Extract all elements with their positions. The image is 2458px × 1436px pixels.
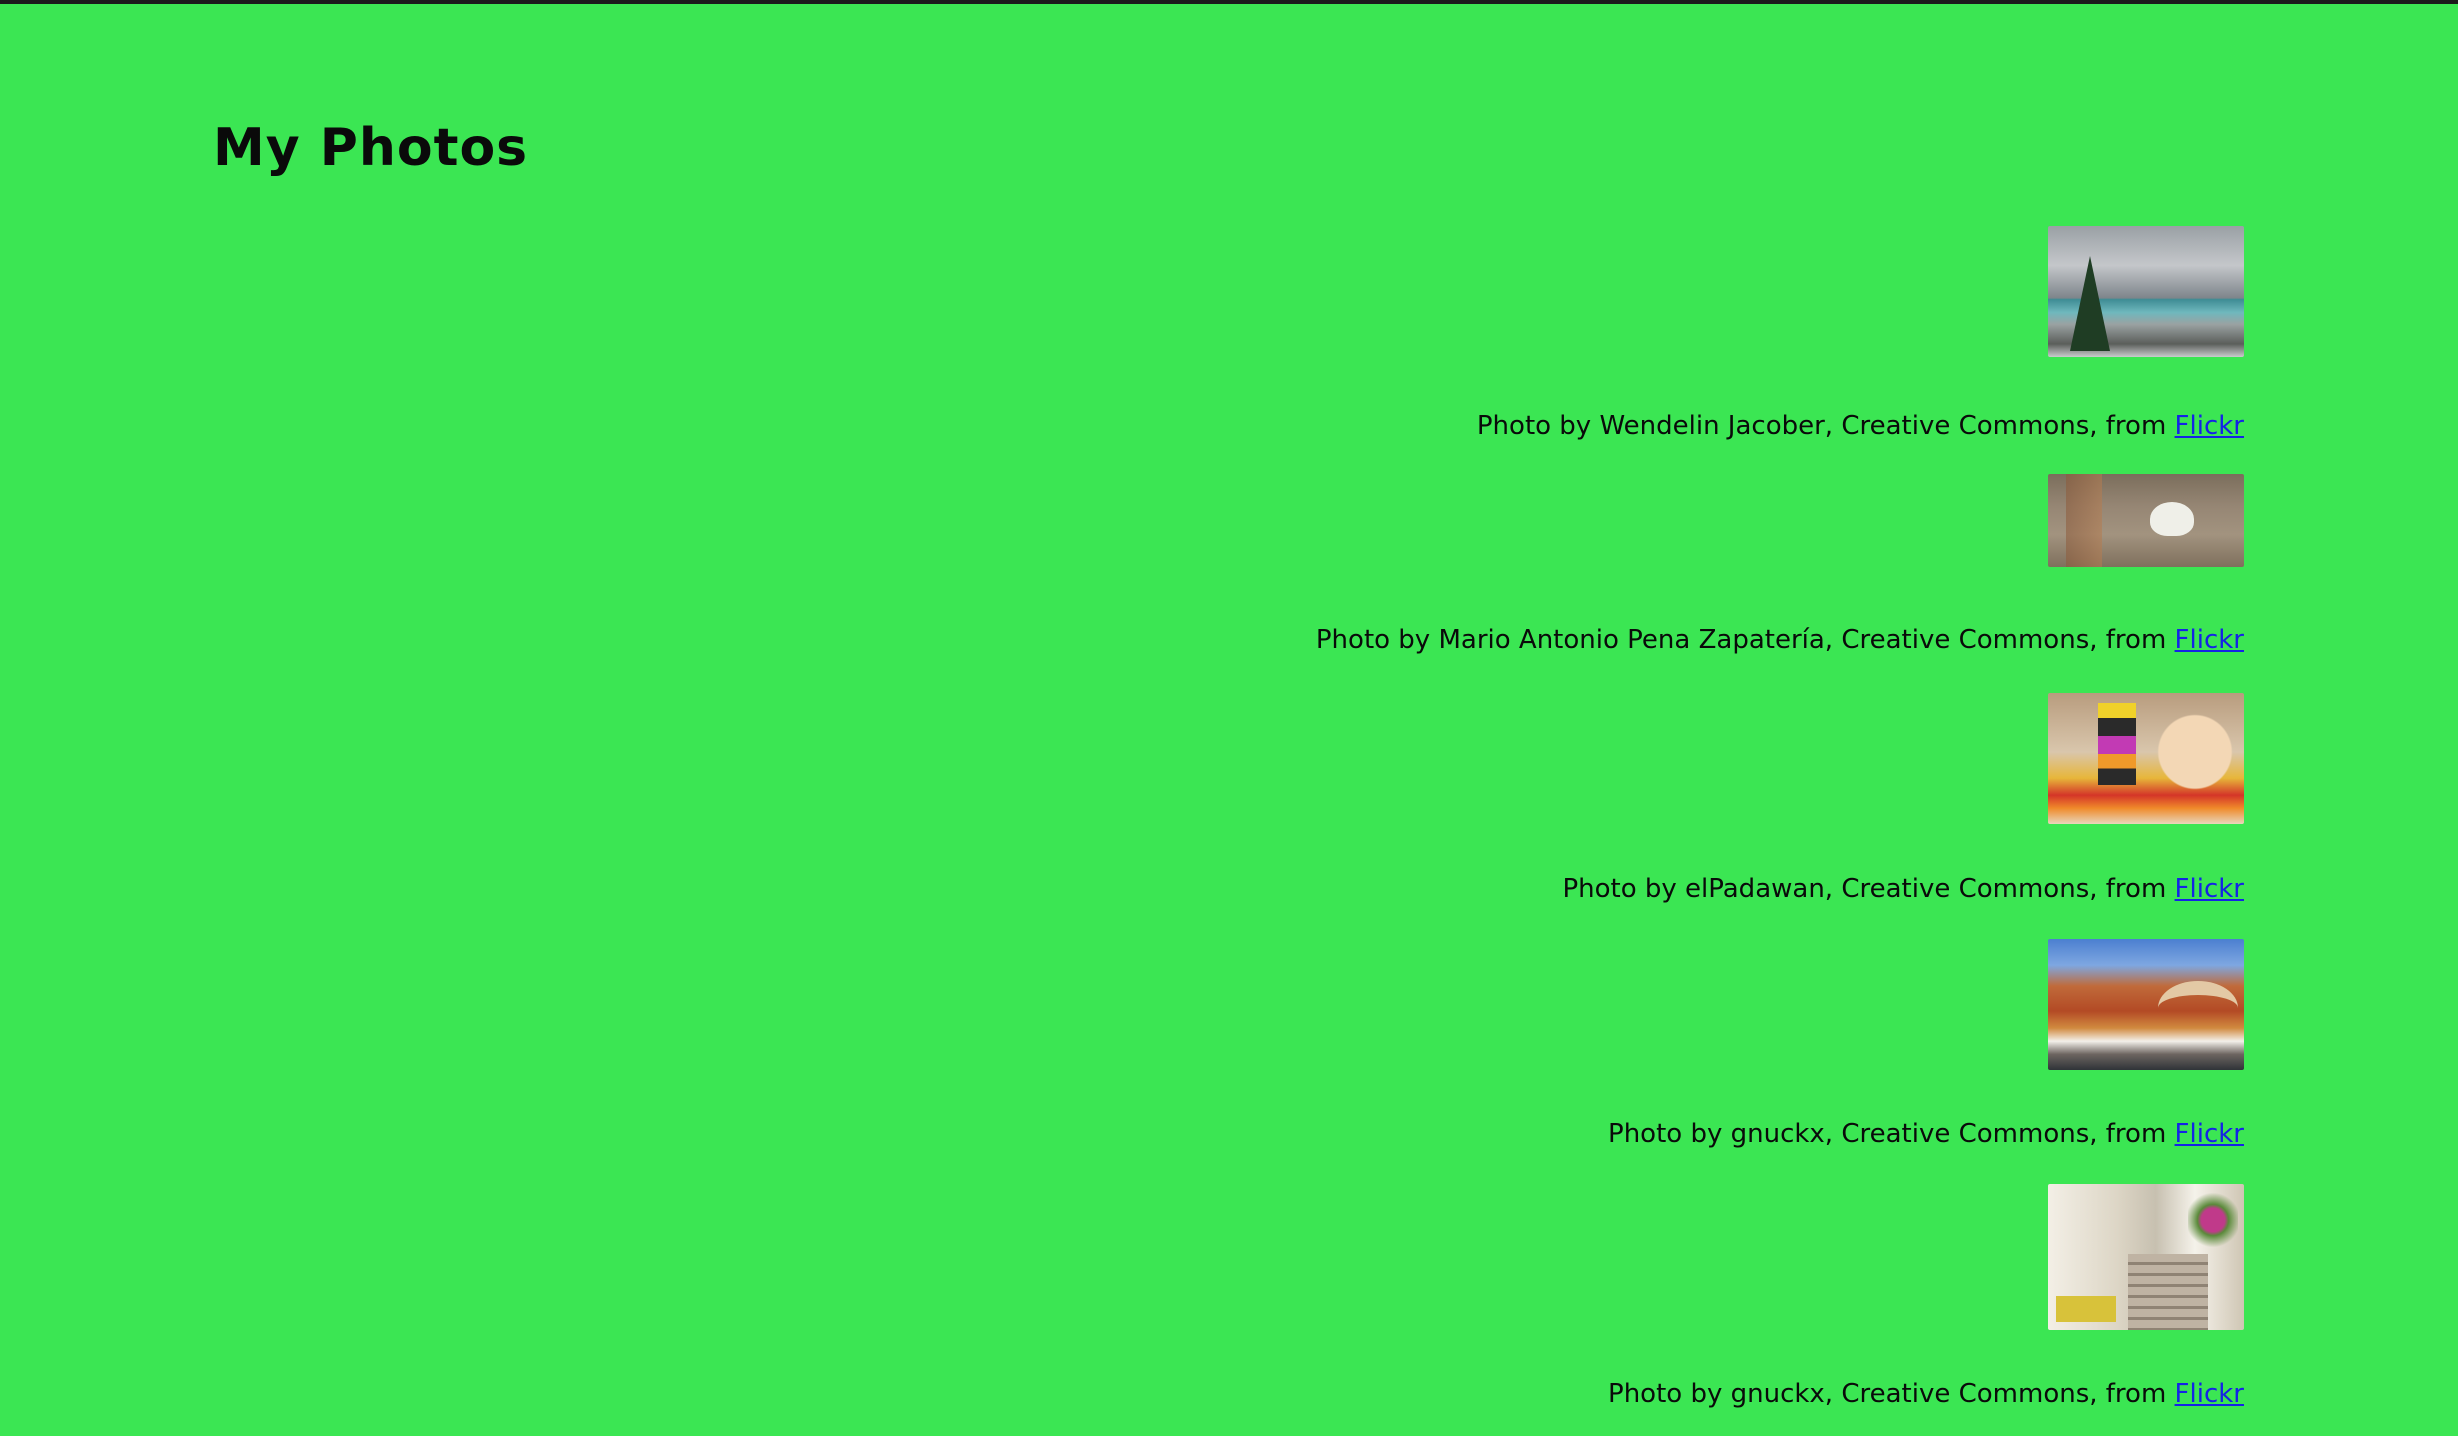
flickr-link[interactable]: Flickr (2175, 1119, 2244, 1149)
photo-thumbnail[interactable] (2048, 226, 2244, 357)
stairs-shape (2128, 1254, 2208, 1330)
flickr-link[interactable]: Flickr (2175, 411, 2244, 441)
sign-shape (2056, 1296, 2116, 1322)
photo-caption: Photo by gnuckx, Creative Commons, from … (1608, 1116, 2244, 1152)
caption-text: Photo by Mario Antonio Pena Zapatería, C… (1315, 625, 2167, 655)
flickr-link[interactable]: Flickr (2175, 1379, 2244, 1409)
photo-caption: Photo by Wendelin Jacober, Creative Comm… (1477, 408, 2244, 444)
photo-caption: Photo by gnuckx, Creative Commons, from … (1608, 1376, 2244, 1412)
bridge-shape (2158, 981, 2238, 1035)
flowers-shape (2188, 1190, 2238, 1250)
photo-caption: Photo by Mario Antonio Pena Zapatería, C… (1316, 622, 2244, 658)
page-title: My Photos (213, 118, 529, 178)
photo-caption: Photo by elPadawan, Creative Commons, fr… (1562, 871, 2244, 907)
dog-shape (2150, 502, 2194, 536)
caption-text: Photo by gnuckx, Creative Commons, from (1608, 1119, 2167, 1149)
flickr-link[interactable]: Flickr (2175, 625, 2244, 655)
photo-thumbnail[interactable] (2048, 1184, 2244, 1330)
tree-shape (2070, 256, 2110, 351)
reflection-shape (2066, 474, 2102, 567)
caption-text: Photo by gnuckx, Creative Commons, from (1608, 1379, 2167, 1409)
caption-text: Photo by Wendelin Jacober, Creative Comm… (1476, 411, 2167, 441)
flickr-link[interactable]: Flickr (2175, 874, 2244, 904)
caption-text: Photo by elPadawan, Creative Commons, fr… (1562, 874, 2167, 904)
photo-thumbnail[interactable] (2048, 693, 2244, 824)
photo-thumbnail[interactable] (2048, 474, 2244, 567)
toy-blocks-shape (2098, 703, 2136, 785)
photo-page: { "page": { "title": "My Photos", "backg… (0, 0, 2458, 1436)
photo-thumbnail[interactable] (2048, 939, 2244, 1070)
